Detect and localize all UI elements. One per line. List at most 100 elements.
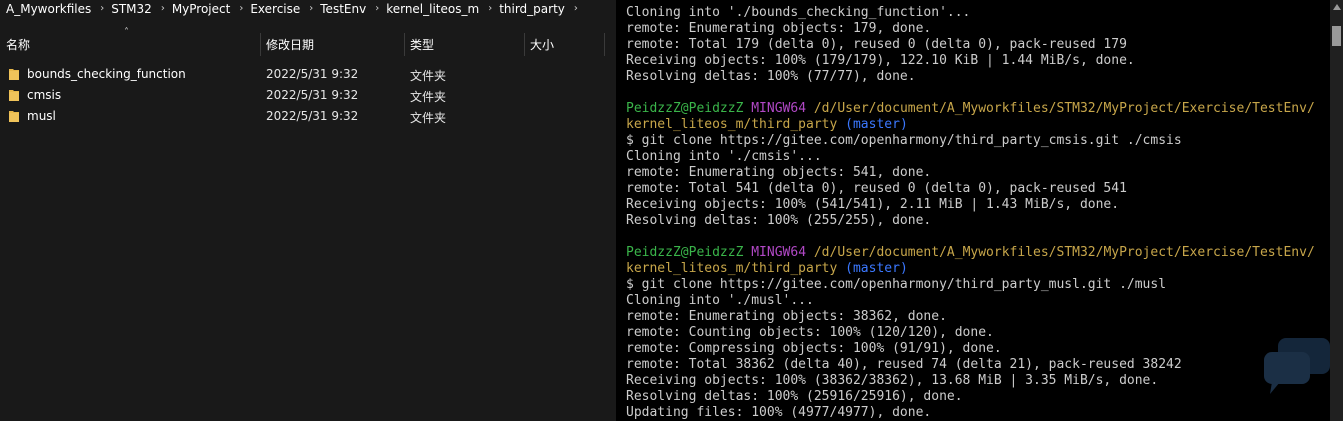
file-row-folder[interactable]: musl 2022/5/31 9:32 文件夹 — [0, 106, 615, 127]
terminal-text: Receiving objects: 100% (38362/38362), 1… — [626, 373, 1159, 388]
terminal-line: Cloning into './cmsis'... — [626, 149, 1315, 165]
chevron-right-icon[interactable]: › — [91, 3, 104, 14]
terminal-text: $ git clone https://gitee.com/openharmon… — [626, 133, 1182, 148]
terminal-line: Receiving objects: 100% (179/179), 122.1… — [626, 53, 1315, 69]
sort-up-arrow-icon: ˄ — [124, 27, 129, 38]
column-header-row: 名称 ˄ 修改日期 类型 大小 — [0, 27, 615, 58]
prompt-branch: (master) — [845, 261, 908, 276]
prompt-user: PeidzzZ@PeidzzZ — [626, 245, 744, 260]
terminal-line: kernel_liteos_m/third_party (master) — [626, 117, 1315, 133]
file-row-folder[interactable]: cmsis 2022/5/31 9:32 文件夹 — [0, 85, 615, 106]
terminal-line: remote: Enumerating objects: 179, done. — [626, 21, 1315, 37]
chevron-right-icon[interactable]: › — [230, 3, 243, 14]
terminal-line: PeidzzZ@PeidzzZ MINGW64 /d/User/document… — [626, 101, 1315, 117]
file-name: cmsis — [27, 88, 62, 102]
chat-bubble-watermark-icon — [1264, 338, 1330, 394]
folder-icon — [8, 109, 21, 123]
terminal-line: Resolving deltas: 100% (25916/25916), do… — [626, 389, 1315, 405]
terminal-line: Updating files: 100% (4977/4977), done. — [626, 405, 1315, 421]
breadcrumb-item[interactable]: kernel_liteos_m — [379, 2, 479, 16]
column-header-type[interactable]: 类型 — [405, 31, 524, 58]
file-type: 文件夹 — [410, 90, 447, 104]
file-name: musl — [27, 109, 56, 123]
terminal-output: Cloning into './bounds_checking_function… — [626, 5, 1315, 421]
prompt-path: /d/User/document/A_Myworkfiles/STM32/MyP… — [813, 101, 1315, 116]
column-header-name-label: 名称 — [6, 38, 31, 52]
file-type: 文件夹 — [410, 111, 447, 125]
terminal-text: remote: Counting objects: 100% (120/120)… — [626, 325, 994, 340]
terminal-line: Cloning into './musl'... — [626, 293, 1315, 309]
terminal-line: PeidzzZ@PeidzzZ MINGW64 /d/User/document… — [626, 245, 1315, 261]
terminal-text: Cloning into './cmsis'... — [626, 149, 822, 164]
folder-icon — [8, 67, 21, 81]
terminal-text: remote: Enumerating objects: 541, done. — [626, 165, 932, 180]
breadcrumb: A_Myworkfiles › STM32 › MyProject › Exercise › T… — [0, 0, 615, 17]
terminal-text: Resolving deltas: 100% (25916/25916), do… — [626, 389, 963, 404]
terminal-line: remote: Enumerating objects: 38362, done… — [626, 309, 1315, 325]
terminal-line: Cloning into './bounds_checking_function… — [626, 5, 1315, 21]
file-explorer-pane: A_Myworkfiles › STM32 › MyProject › Exercise › T… — [0, 0, 615, 421]
terminal-line: Resolving deltas: 100% (77/77), done. — [626, 69, 1315, 85]
breadcrumb-item[interactable]: MyProject — [165, 2, 231, 16]
terminal-text: Resolving deltas: 100% (255/255), done. — [626, 213, 932, 228]
terminal-text: remote: Enumerating objects: 38362, done… — [626, 309, 947, 324]
file-type: 文件夹 — [410, 69, 447, 83]
column-header-type-label: 类型 — [410, 38, 435, 52]
column-header-size[interactable]: 大小 — [525, 31, 605, 58]
terminal-line: Resolving deltas: 100% (255/255), done. — [626, 213, 1315, 229]
prompt-path: kernel_liteos_m/third_party — [626, 261, 838, 276]
prompt-path: kernel_liteos_m/third_party — [626, 117, 838, 132]
terminal-text: remote: Compressing objects: 100% (91/91… — [626, 341, 1002, 356]
terminal-text: remote: Total 38362 (delta 40), reused 7… — [626, 357, 1182, 372]
terminal-line: remote: Total 179 (delta 0), reused 0 (d… — [626, 37, 1315, 53]
terminal-line: Receiving objects: 100% (38362/38362), 1… — [626, 373, 1315, 389]
scrollbar-thumb[interactable] — [1332, 26, 1341, 46]
file-name: bounds_checking_function — [27, 67, 186, 81]
breadcrumb-item[interactable]: A_Myworkfiles — [0, 2, 91, 16]
chevron-right-icon[interactable]: › — [366, 3, 379, 14]
breadcrumb-item[interactable]: TestEnv — [313, 2, 366, 16]
terminal-line: remote: Enumerating objects: 541, done. — [626, 165, 1315, 181]
terminal-line: remote: Compressing objects: 100% (91/91… — [626, 341, 1315, 357]
breadcrumb-item[interactable]: third_party — [492, 2, 565, 16]
prompt-env: MINGW64 — [751, 245, 807, 260]
terminal-text: remote: Total 541 (delta 0), reused 0 (d… — [626, 181, 1127, 196]
prompt-env: MINGW64 — [751, 101, 807, 116]
file-date-modified: 2022/5/31 9:32 — [266, 109, 359, 123]
scroll-up-arrow-icon[interactable] — [1333, 4, 1341, 10]
terminal-text: Resolving deltas: 100% (77/77), done. — [626, 69, 916, 84]
chevron-right-icon[interactable]: › — [300, 3, 313, 14]
column-header-date-label: 修改日期 — [266, 38, 315, 52]
chevron-right-icon[interactable]: › — [479, 3, 492, 14]
chevron-right-icon[interactable]: › — [152, 3, 165, 14]
file-row-folder[interactable]: bounds_checking_function 2022/5/31 9:32 文件… — [0, 64, 615, 85]
prompt-user: PeidzzZ@PeidzzZ — [626, 101, 744, 116]
column-header-date-modified[interactable]: 修改日期 — [261, 31, 404, 58]
terminal-text: remote: Enumerating objects: 179, done. — [626, 21, 932, 36]
file-list: bounds_checking_function 2022/5/31 9:32 文件… — [0, 64, 615, 127]
breadcrumb-item[interactable]: STM32 — [104, 2, 152, 16]
terminal-pane[interactable]: Cloning into './bounds_checking_function… — [616, 0, 1330, 421]
breadcrumb-item[interactable]: Exercise — [243, 2, 300, 16]
terminal-line: Receiving objects: 100% (541/541), 2.11 … — [626, 197, 1315, 213]
column-divider[interactable] — [604, 33, 605, 56]
terminal-text: $ git clone https://gitee.com/openharmon… — [626, 277, 1167, 292]
terminal-line: $ git clone https://gitee.com/openharmon… — [626, 133, 1315, 149]
terminal-text: Receiving objects: 100% (179/179), 122.1… — [626, 53, 1135, 68]
chevron-right-icon[interactable]: › — [565, 3, 578, 14]
file-date-modified: 2022/5/31 9:32 — [266, 88, 359, 102]
terminal-line: remote: Total 541 (delta 0), reused 0 (d… — [626, 181, 1315, 197]
terminal-text: Receiving objects: 100% (541/541), 2.11 … — [626, 197, 1120, 212]
terminal-line: $ git clone https://gitee.com/openharmon… — [626, 277, 1315, 293]
file-date-modified: 2022/5/31 9:32 — [266, 67, 359, 81]
column-header-size-label: 大小 — [530, 38, 555, 52]
terminal-text: remote: Total 179 (delta 0), reused 0 (d… — [626, 37, 1127, 52]
terminal-line: remote: Counting objects: 100% (120/120)… — [626, 325, 1315, 341]
terminal-text: Cloning into './musl'... — [626, 293, 814, 308]
terminal-text: Cloning into './bounds_checking_function… — [626, 5, 971, 20]
terminal-line: remote: Total 38362 (delta 40), reused 7… — [626, 357, 1315, 373]
prompt-branch: (master) — [845, 117, 908, 132]
column-header-name[interactable]: 名称 ˄ — [0, 27, 260, 58]
